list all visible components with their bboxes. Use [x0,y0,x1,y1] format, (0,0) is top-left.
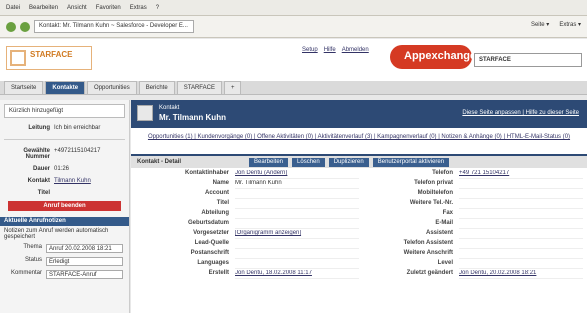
browser-toolbar: Kontakt: Mr. Tilmann Kuhn ~ Salesforce -… [0,16,587,38]
line-label: Leitung [28,125,50,131]
tab-add[interactable]: + [223,81,242,94]
recent-select[interactable]: Kürzlich hinzugefügt [4,104,125,118]
field-value [459,230,583,239]
menu-edit[interactable]: Bearbeiten [29,5,58,11]
comment-input[interactable]: STARFACE-Anruf [46,270,123,279]
menu-bar: Datei Bearbeiten Ansicht Favoriten Extra… [0,0,587,16]
field-label: Erstellt [208,270,229,276]
field-label: Titel [216,200,229,206]
menu-view[interactable]: Ansicht [67,5,87,11]
field-label: Lead-Quelle [194,240,229,246]
field-value [235,260,359,269]
tab-reports[interactable]: Berichte [138,81,175,94]
field-value [235,220,359,229]
field-label: Languages [197,260,229,266]
field-label: Zuletzt geändert [406,270,453,276]
page-menu[interactable]: Seite ▾ [531,21,549,28]
back-icon[interactable] [6,21,16,32]
dialed-number: +4972115104217 [54,148,101,154]
field-value [459,190,583,199]
field-label: Abteilung [201,210,229,216]
tab-contacts[interactable]: Kontakte [45,81,86,94]
menu-help[interactable]: ? [156,5,159,11]
field-value [459,210,583,219]
subject-input[interactable]: Anruf 20.02.2008 18:21 [46,244,123,253]
field-value [459,240,583,249]
field-label: Telefon privat [414,180,453,186]
field-label: Name [212,180,229,186]
customize-links[interactable]: Diese Seite anpassen | Hilfe zu dieser S… [462,110,579,116]
field-label: Mobiltelefon [417,190,453,196]
field-value [235,240,359,249]
logo-icon [10,50,26,66]
logout-link[interactable]: Abmelden [342,47,369,53]
field-value [235,210,359,219]
field-label: Vorgesetzter [193,230,229,236]
field-value [459,260,583,269]
status-select[interactable]: Erledigt [46,257,123,266]
record-type: Kontakt [159,105,180,111]
end-call-button[interactable]: Anruf beenden [8,201,121,211]
field-label: E-Mail [435,220,453,226]
contact-link[interactable]: Tilmann Kuhn [54,178,91,184]
field-value [459,180,583,189]
field-value [235,250,359,259]
field-label: Geburtsdatum [187,220,229,226]
line-status[interactable]: Ich bin erreichbar [54,125,100,131]
tab-opportunities[interactable]: Opportunities [87,81,137,94]
field-value[interactable]: Jon Dentu, 20.02.2008 18:21 [459,270,583,279]
tab-home[interactable]: Startseite [4,81,44,94]
menu-file[interactable]: Datei [6,5,20,11]
delete-button[interactable]: Löschen [292,157,325,167]
field-value [235,190,359,199]
field-value [459,220,583,229]
field-label: Level [437,260,453,266]
field-value[interactable]: Jon Dentu, 18.02.2008 11:17 [235,270,359,279]
detail-bar: Kontakt - Detail Bearbeiten Löschen Dupl… [131,154,587,168]
field-label: Postanschrift [190,250,229,256]
setup-link[interactable]: Setup [302,47,318,53]
appexchange-logo[interactable]: Appexchange [390,45,476,69]
tab-starface[interactable]: STARFACE [176,81,222,94]
call-duration: 01:26 [54,166,70,172]
duplicate-button[interactable]: Duplizieren [328,157,369,167]
menu-favorites[interactable]: Favoriten [96,5,121,11]
field-label: Weitere Tel.-Nr. [409,200,453,206]
sidebar: Kürzlich hinzugefügt Leitung Ich bin err… [0,100,130,313]
field-label: Weitere Anschrift [403,250,453,256]
field-label: Telefon Assistent [403,240,453,246]
record-panel: Kontakt Mr. Tilmann Kuhn Diese Seite anp… [131,100,587,313]
field-value[interactable]: [Organigramm anzeigen] [235,230,359,239]
field-value [235,200,359,209]
field-label: Kontaktinhaber [184,170,229,176]
help-link[interactable]: Hilfe [324,47,336,53]
menu-extras[interactable]: Extras [130,5,147,11]
portal-button[interactable]: Benutzerportal aktivieren [372,157,450,167]
field-value [459,250,583,259]
field-value: Mr. Tilmann Kuhn [235,180,359,189]
field-label: Assistent [425,230,453,236]
detail-title: Kontakt - Detail [137,159,182,165]
starface-logo: STARFACE [6,46,92,70]
call-notes-text: Notizen zum Anruf werden automatisch ges… [4,228,109,240]
field-label: Telefon [432,170,453,176]
field-value [459,200,583,209]
edit-button[interactable]: Bearbeiten [249,157,289,167]
forward-icon[interactable] [20,21,30,32]
detail-fields: Kontaktinhaber Jon Dentu (Ändern) Telefon +… [131,168,587,281]
related-list-links[interactable]: Opportunities (1) | Kundenvorgänge (0) |… [131,128,587,154]
contact-icon [137,105,153,121]
record-name: Mr. Tilmann Kuhn [159,113,226,122]
call-notes-header: Aktuelle Anrufnotizen [0,217,129,226]
field-value[interactable]: Jon Dentu (Ändern) [235,170,359,179]
field-value[interactable]: +49 721 15104217 [459,170,583,179]
app-select[interactable]: STARFACE [474,53,582,67]
record-header: Kontakt Mr. Tilmann Kuhn Diese Seite anp… [131,100,587,128]
field-label: Account [205,190,229,196]
field-label: Fax [442,210,453,216]
tab-bar: Startseite Kontakte Opportunities Berich… [0,81,587,95]
app-header: STARFACE Setup Hilfe Abmelden Appexchang… [0,39,587,81]
tools-menu[interactable]: Extras ▾ [559,21,581,28]
browser-tab[interactable]: Kontakt: Mr. Tilmann Kuhn ~ Salesforce -… [34,20,194,33]
